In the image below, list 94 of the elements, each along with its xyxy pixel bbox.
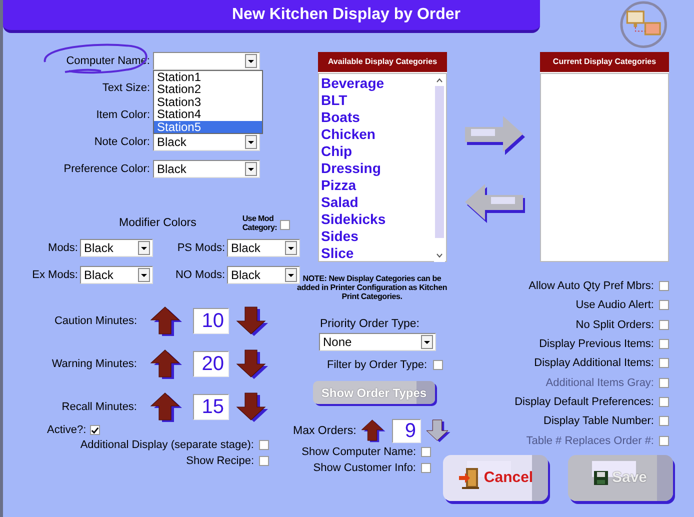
dropdown[interactable]: Black	[80, 266, 153, 284]
field-label: Priority Order Type:	[320, 318, 420, 330]
exit-door-icon	[458, 466, 480, 490]
checkbox[interactable]	[659, 396, 669, 407]
up-arrow-icon[interactable]	[149, 306, 183, 336]
dropdown-option[interactable]: Station3	[154, 96, 262, 108]
field-label: Recall Minutes:	[60, 401, 137, 413]
caret-icon	[138, 268, 150, 282]
number-field[interactable]: 10	[193, 308, 229, 334]
list-item[interactable]: BLT	[321, 92, 386, 109]
down-arrow-icon[interactable]	[235, 392, 269, 422]
checkbox[interactable]	[659, 358, 669, 368]
number-field[interactable]: 20	[193, 351, 229, 377]
field-label: Show Recipe:	[186, 455, 254, 467]
checkbox[interactable]	[659, 281, 669, 292]
field-label: Warning Minutes:	[50, 358, 137, 370]
checkbox[interactable]	[659, 320, 669, 330]
up-arrow-icon[interactable]	[149, 348, 183, 380]
number-field[interactable]: 9	[392, 419, 421, 443]
caret-icon	[285, 241, 297, 255]
field-label: Caution Minutes:	[53, 315, 137, 327]
list-item[interactable]: Chip	[321, 143, 386, 160]
checkbox[interactable]	[659, 339, 669, 350]
dropdown[interactable]: Black	[80, 239, 153, 257]
dropdown-option[interactable]: Station4	[154, 108, 262, 121]
checkbox[interactable]	[659, 416, 669, 426]
up-arrow-icon[interactable]	[360, 419, 386, 443]
checkbox[interactable]	[280, 220, 290, 230]
window-title: New Kitchen Display by Order	[232, 6, 461, 24]
field-label: Text Size:	[101, 82, 151, 94]
field-label: Active?:	[47, 424, 86, 436]
list-item[interactable]: Boats	[321, 109, 386, 126]
list-header: Current Display Categories	[540, 52, 669, 73]
field-label: Display Default Preferences:	[514, 396, 654, 408]
field-label: Preference Color:	[62, 163, 151, 175]
list-item[interactable]: Dressing	[321, 160, 386, 177]
cancel-button[interactable]: Cancel	[443, 454, 548, 501]
caret-icon	[245, 162, 257, 176]
dropdown[interactable]: Black	[153, 160, 260, 178]
field-label: NO Mods:	[174, 269, 226, 281]
dropdown[interactable]: None	[319, 333, 436, 351]
field-label: Show Computer Name:	[302, 446, 416, 458]
field-label: Table # Replaces Order #:	[526, 434, 654, 447]
field-label: Max Orders:	[293, 425, 356, 437]
field-label: Filter by Order Type:	[327, 359, 428, 371]
list-header: Available Display Categories	[318, 52, 447, 73]
caret-icon	[421, 335, 433, 349]
field-label: Item Color:	[95, 109, 151, 121]
field-label: Use Audio Alert:	[576, 299, 654, 312]
right-arrow-icon[interactable]	[465, 116, 527, 156]
field-label: Additional Display (separate stage):	[80, 439, 254, 451]
field-label: Display Additional Items:	[534, 357, 654, 370]
dropdown[interactable]: Black	[227, 266, 300, 284]
dropdown-option[interactable]: Station1	[154, 71, 262, 84]
list-item[interactable]: Sidekicks	[321, 211, 386, 228]
field-label: PS Mods:	[176, 242, 226, 254]
down-arrow-icon[interactable]	[235, 348, 269, 380]
field-label: Use Mod Category:	[242, 214, 278, 232]
down-arrow-icon[interactable]	[235, 306, 269, 336]
dropdown[interactable]: Black	[153, 133, 260, 151]
dropdown-option[interactable]: Station5	[154, 120, 262, 133]
up-arrow-icon[interactable]	[149, 392, 183, 422]
checkbox[interactable]	[421, 447, 431, 457]
field-label: Show Customer Info:	[313, 462, 416, 474]
list-item[interactable]: Beverage	[321, 75, 386, 92]
list-item[interactable]: Salad	[321, 194, 386, 211]
field-label: Mods:	[47, 242, 79, 254]
caret-icon	[245, 54, 257, 68]
field-label: Note Color:	[93, 136, 151, 148]
devices-icon	[619, 0, 668, 50]
checkbox[interactable]	[433, 360, 444, 370]
field-label: Additional Items Gray:	[546, 376, 654, 389]
field-label: Display Previous Items:	[539, 338, 654, 350]
dropdown[interactable]	[153, 52, 260, 70]
list-item[interactable]: Slice	[321, 245, 386, 262]
list-item[interactable]: Sides	[321, 228, 386, 245]
checkbox[interactable]	[659, 300, 669, 310]
list-item[interactable]: Chicken	[321, 126, 386, 143]
checkbox[interactable]	[90, 425, 100, 435]
checkbox[interactable]	[421, 463, 431, 473]
field-label: No Split Orders:	[576, 318, 654, 331]
checkbox[interactable]	[259, 440, 269, 450]
caret-icon	[285, 268, 297, 282]
field-label: Display Table Number:	[544, 415, 654, 428]
caret-icon	[138, 241, 150, 255]
dropdown[interactable]: Black	[227, 239, 300, 257]
field-label: Ex Mods:	[31, 269, 79, 281]
field-label: Allow Auto Qty Pref Mbrs:	[528, 280, 654, 292]
checkbox[interactable]	[259, 456, 269, 466]
list-item[interactable]: Pizza	[321, 177, 386, 194]
dropdown-option[interactable]: Station2	[154, 83, 262, 96]
section-title: Modifier Colors	[119, 217, 196, 229]
number-field[interactable]: 15	[193, 394, 229, 420]
left-arrow-icon[interactable]	[465, 184, 527, 224]
